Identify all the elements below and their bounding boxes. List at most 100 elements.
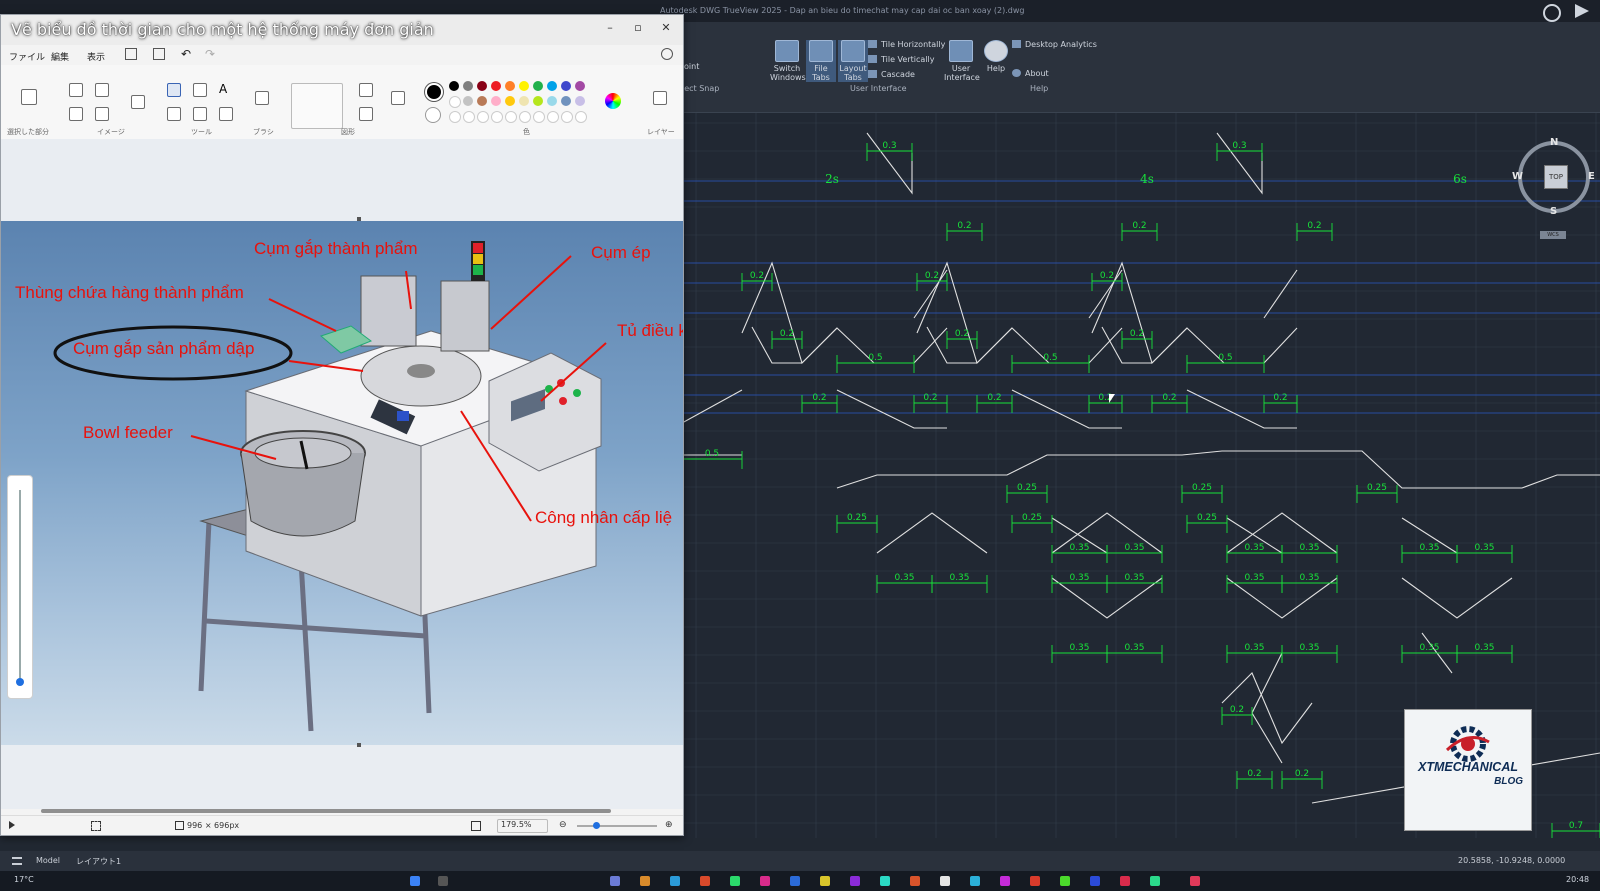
app-icon[interactable]: [910, 876, 920, 886]
color-lightblue[interactable]: [547, 96, 557, 106]
color-rose[interactable]: [491, 96, 501, 106]
custom-color-slot[interactable]: [491, 111, 503, 123]
crop-icon[interactable]: [69, 83, 83, 97]
user-interface-button[interactable]: User Interface: [944, 40, 980, 82]
app-icon[interactable]: [730, 876, 740, 886]
app-icon[interactable]: [1120, 876, 1130, 886]
rotate-icon[interactable]: [69, 107, 83, 121]
file-tabs-button[interactable]: File Tabs: [806, 40, 836, 82]
color1-swatch[interactable]: [425, 83, 443, 101]
zoom-in-icon[interactable]: ⊕: [665, 820, 673, 830]
flip-icon[interactable]: [95, 107, 109, 121]
color-gold[interactable]: [505, 96, 515, 106]
horizontal-scrollbar[interactable]: [41, 809, 611, 813]
resize-handle[interactable]: [357, 743, 361, 747]
zoom-slider[interactable]: [577, 825, 657, 827]
color-red[interactable]: [491, 81, 501, 91]
tile-vertically-button[interactable]: Tile Vertically: [868, 55, 934, 64]
zoom-select[interactable]: 179.5%: [497, 819, 548, 833]
layout-tabs-button[interactable]: Layout Tabs: [838, 40, 868, 82]
color-darkred[interactable]: [477, 81, 487, 91]
machine-illustration[interactable]: Cụm gắp thành phẩm Cụm ép Thùng chứa hàn…: [1, 221, 683, 745]
color-lightgray[interactable]: [463, 96, 473, 106]
minimize-icon[interactable]: –: [603, 21, 617, 35]
fit-window-icon[interactable]: [471, 821, 481, 831]
tab-layout1[interactable]: レイアウト1: [76, 856, 121, 867]
viewcube-top[interactable]: TOP: [1544, 165, 1568, 189]
custom-color-slot[interactable]: [561, 111, 573, 123]
color-indigo[interactable]: [561, 81, 571, 91]
pencil-icon[interactable]: [167, 83, 181, 97]
app-icon[interactable]: [700, 876, 710, 886]
brush-icon[interactable]: [255, 91, 269, 105]
outline-icon[interactable]: [359, 83, 373, 97]
start-icon[interactable]: [410, 876, 420, 886]
layers-icon[interactable]: [653, 91, 667, 105]
app-icon[interactable]: [670, 876, 680, 886]
custom-color-slot[interactable]: [547, 111, 559, 123]
edit-colors-icon[interactable]: [605, 93, 621, 109]
switch-windows-button[interactable]: Switch Windows: [770, 40, 806, 82]
color-green[interactable]: [533, 81, 543, 91]
color2-swatch[interactable]: [425, 107, 441, 123]
color-lime[interactable]: [533, 96, 543, 106]
settings-gear-icon[interactable]: [661, 48, 673, 60]
zoom-out-icon[interactable]: ⊖: [559, 820, 567, 830]
eraser-icon[interactable]: [167, 107, 181, 121]
maximize-icon[interactable]: ▫: [631, 21, 645, 35]
size-icon[interactable]: [391, 91, 405, 105]
app-icon[interactable]: [820, 876, 830, 886]
app-icon[interactable]: [610, 876, 620, 886]
color-cream[interactable]: [519, 96, 529, 106]
magnifier-icon[interactable]: [219, 107, 233, 121]
redo-icon[interactable]: ↷: [205, 47, 215, 61]
menu-file[interactable]: ファイル: [9, 50, 45, 63]
app-icon[interactable]: [1090, 876, 1100, 886]
custom-color-slot[interactable]: [505, 111, 517, 123]
color-black[interactable]: [449, 81, 459, 91]
save-icon[interactable]: [125, 48, 137, 60]
color-orange[interactable]: [505, 81, 515, 91]
menu-view[interactable]: 表示: [87, 50, 105, 63]
image-search-icon[interactable]: [131, 95, 145, 109]
app-icon[interactable]: [1150, 876, 1160, 886]
share-icon[interactable]: [1575, 4, 1589, 18]
custom-color-slot[interactable]: [575, 111, 587, 123]
color-turquoise[interactable]: [547, 81, 557, 91]
app-icon[interactable]: [640, 876, 650, 886]
color-yellow[interactable]: [519, 81, 529, 91]
custom-color-slot[interactable]: [449, 111, 461, 123]
help-button[interactable]: Help: [984, 40, 1008, 73]
text-tool-icon[interactable]: A: [219, 83, 231, 95]
tab-model[interactable]: Model: [36, 856, 60, 865]
fill-style-icon[interactable]: [359, 107, 373, 121]
search-icon[interactable]: [438, 876, 448, 886]
tile-horizontally-button[interactable]: Tile Horizontally: [868, 40, 945, 49]
app-icon[interactable]: [940, 876, 950, 886]
color-picker-icon[interactable]: [193, 107, 207, 121]
snap-point-button[interactable]: oint: [684, 62, 699, 71]
app-icon[interactable]: [790, 876, 800, 886]
menu-icon[interactable]: [12, 857, 22, 865]
slider-thumb[interactable]: [16, 678, 24, 686]
select-icon[interactable]: [21, 89, 37, 105]
color-purple[interactable]: [575, 81, 585, 91]
close-icon[interactable]: ✕: [659, 21, 673, 35]
color-lavender[interactable]: [575, 96, 585, 106]
resize-icon[interactable]: [95, 83, 109, 97]
color-brown[interactable]: [477, 96, 487, 106]
color-white[interactable]: [449, 96, 461, 108]
custom-color-slot[interactable]: [533, 111, 545, 123]
custom-color-slot[interactable]: [477, 111, 489, 123]
weather-widget[interactable]: 17°C: [14, 875, 34, 884]
desktop-analytics-button[interactable]: Desktop Analytics: [1012, 40, 1097, 49]
app-icon[interactable]: [760, 876, 770, 886]
fill-icon[interactable]: [193, 83, 207, 97]
viewcube[interactable]: TOP: [1518, 141, 1590, 213]
app-icon[interactable]: [1190, 876, 1200, 886]
app-icon[interactable]: [850, 876, 860, 886]
color-gray[interactable]: [463, 81, 473, 91]
about-button[interactable]: About: [1012, 69, 1049, 78]
vertical-zoom-slider[interactable]: [7, 475, 33, 699]
app-icon[interactable]: [880, 876, 890, 886]
